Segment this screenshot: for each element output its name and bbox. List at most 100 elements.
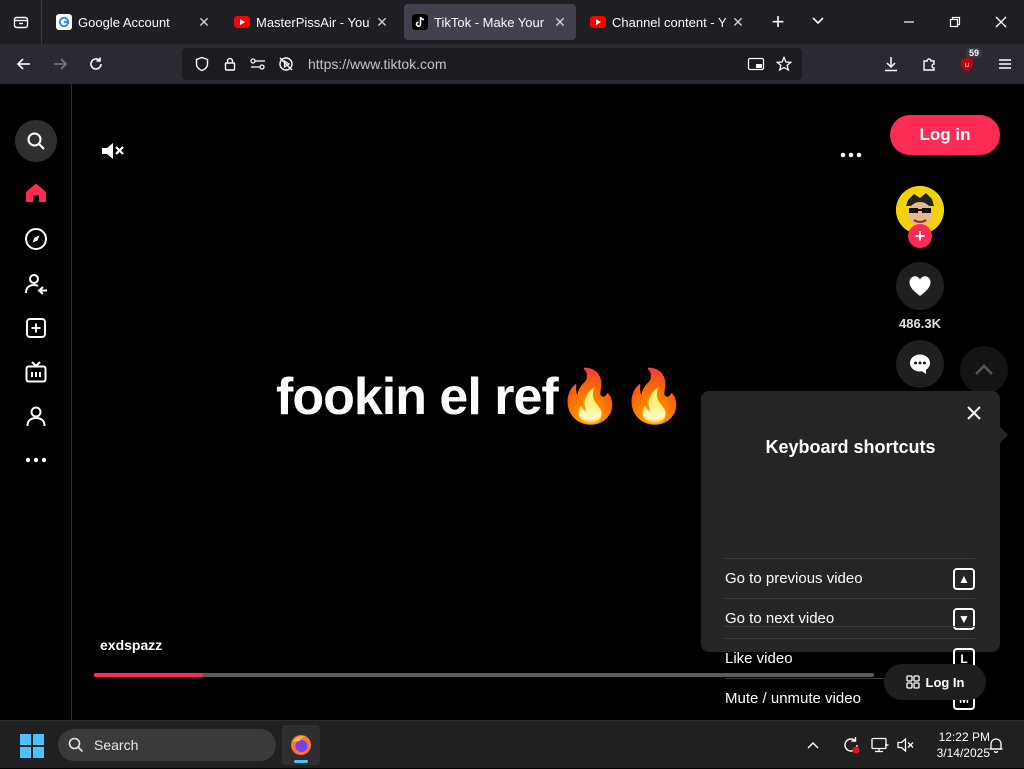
restore-button[interactable]: [932, 0, 978, 44]
back-button[interactable]: [6, 48, 42, 80]
bottom-login-label: Log In: [925, 674, 965, 690]
tiktok-icon: [412, 14, 428, 30]
network-button[interactable]: [867, 737, 893, 753]
firefox-icon: [291, 735, 311, 755]
list-all-tabs-button[interactable]: [802, 13, 834, 31]
forward-button[interactable]: [42, 48, 78, 80]
arrow-right-icon: [54, 58, 68, 70]
close-shortcuts-button[interactable]: [964, 403, 984, 423]
qr-grid-icon: [905, 675, 920, 689]
previous-video-button[interactable]: [960, 346, 1008, 394]
tab-title: Channel content - YouTube: [612, 14, 726, 30]
nav-for-you[interactable]: [14, 173, 58, 213]
url-bar[interactable]: https://www.tiktok.com: [182, 48, 802, 80]
notifications-button[interactable]: [986, 735, 1006, 755]
tab-close-icon[interactable]: ✕: [730, 14, 746, 31]
active-app-indicator: [294, 760, 308, 763]
shortcut-label: Like video: [725, 650, 793, 667]
google-icon: [56, 14, 72, 30]
taskbar-clock[interactable]: 12:22 PM 3/14/2025: [920, 729, 990, 761]
nav-profile[interactable]: [14, 396, 58, 436]
monitor-network-icon: [871, 737, 889, 753]
chevron-up-icon: [807, 742, 819, 749]
shortcut-row: Go to next video ▼: [725, 598, 975, 638]
ublock-extension-button[interactable]: u 59: [948, 48, 986, 80]
bookmark-star-icon[interactable]: [772, 52, 796, 76]
shortcut-label: Go to previous video: [725, 570, 863, 587]
extensions-button[interactable]: [910, 48, 948, 80]
nav-live[interactable]: [14, 352, 58, 392]
picture-in-picture-icon[interactable]: [744, 52, 768, 76]
firefox-taskbar-button[interactable]: [282, 725, 320, 765]
tab-overview-button[interactable]: [0, 0, 42, 44]
ublock-shield-icon: u: [961, 57, 973, 71]
system-tray: [803, 721, 919, 769]
shortcut-label: Mute / unmute video: [725, 690, 861, 707]
show-hidden-icons-button[interactable]: [803, 741, 823, 749]
app-menu-button[interactable]: [986, 48, 1024, 80]
video-author[interactable]: exdspazz: [100, 637, 162, 653]
tab-title: TikTok - Make Your Day: [434, 14, 548, 30]
sync-error-icon: [844, 737, 860, 754]
minimize-button[interactable]: [886, 0, 932, 44]
hamburger-menu-icon: [999, 59, 1011, 69]
window-controls: [886, 0, 1024, 44]
browser-tab-youtube-channel-content[interactable]: Channel content - YouTube ✕: [582, 4, 754, 40]
new-tab-button[interactable]: +: [762, 9, 794, 35]
shield-icon[interactable]: [190, 52, 214, 76]
permissions-icon[interactable]: [246, 52, 270, 76]
like-button[interactable]: [896, 262, 944, 310]
compass-icon: [25, 228, 47, 250]
close-window-button[interactable]: [978, 0, 1024, 44]
muted-speaker-icon[interactable]: [100, 140, 126, 162]
following-user-icon: [25, 274, 47, 295]
login-button[interactable]: Log in: [890, 115, 1000, 155]
volume-button[interactable]: [893, 737, 919, 753]
reload-button[interactable]: [78, 48, 114, 80]
windows-logo-tile: [20, 734, 31, 745]
search-button[interactable]: [15, 120, 57, 162]
windows-taskbar: Search 12:22 PM 3/14/2025: [0, 720, 1024, 768]
speaker-muted-icon: [897, 737, 914, 753]
chevron-up-icon: [975, 364, 993, 375]
browser-tab-tiktok[interactable]: TikTok - Make Your Day ✕: [404, 4, 576, 40]
lock-icon[interactable]: [218, 52, 242, 76]
svg-text:u: u: [965, 61, 969, 69]
search-icon: [68, 737, 84, 753]
nav-explore[interactable]: [14, 219, 58, 259]
autoplay-blocked-icon[interactable]: [274, 52, 298, 76]
minimize-icon: [904, 21, 914, 23]
follow-plus-icon[interactable]: +: [908, 224, 932, 248]
downloads-button[interactable]: [872, 48, 910, 80]
live-tv-icon: [25, 361, 47, 383]
clock-time: 12:22 PM: [938, 730, 990, 744]
arrow-left-icon: [16, 58, 30, 70]
tab-close-icon[interactable]: ✕: [196, 14, 212, 31]
heart-icon: [909, 276, 931, 296]
browser-tab-google-account[interactable]: Google Account ✕: [48, 4, 220, 40]
nav-upload[interactable]: [14, 308, 58, 348]
taskbar-search-box[interactable]: Search: [58, 729, 276, 761]
shortcut-row: Go to previous video ▲: [725, 558, 975, 598]
close-icon: [967, 406, 981, 420]
nav-more[interactable]: [14, 440, 58, 480]
like-count: 486.3K: [899, 316, 941, 331]
comment-button[interactable]: [896, 340, 944, 388]
download-icon: [885, 57, 897, 72]
tiktok-page: fookin el ref🔥🔥 exdspazz Log in + 486.3K: [0, 84, 1024, 720]
tab-close-icon[interactable]: ✕: [552, 14, 568, 31]
toolbar-right: u 59: [872, 48, 1024, 80]
bell-icon: [989, 738, 1003, 753]
comment-bubble-icon: [910, 354, 930, 374]
browser-tab-youtube-masterpissair[interactable]: MasterPissAir - YouTube ✕: [226, 4, 398, 40]
tab-close-icon[interactable]: ✕: [374, 14, 390, 31]
sync-status-button[interactable]: [835, 736, 867, 754]
close-icon: [995, 16, 1007, 28]
restore-icon: [949, 16, 961, 28]
bottom-login-button[interactable]: Log In: [884, 664, 986, 700]
video-more-options-icon[interactable]: [840, 146, 862, 158]
chevron-down-icon: [812, 17, 824, 25]
browser-navigation-bar: https://www.tiktok.com u 59: [0, 44, 1024, 84]
windows-start-button[interactable]: [20, 734, 44, 758]
nav-following[interactable]: [14, 264, 58, 304]
